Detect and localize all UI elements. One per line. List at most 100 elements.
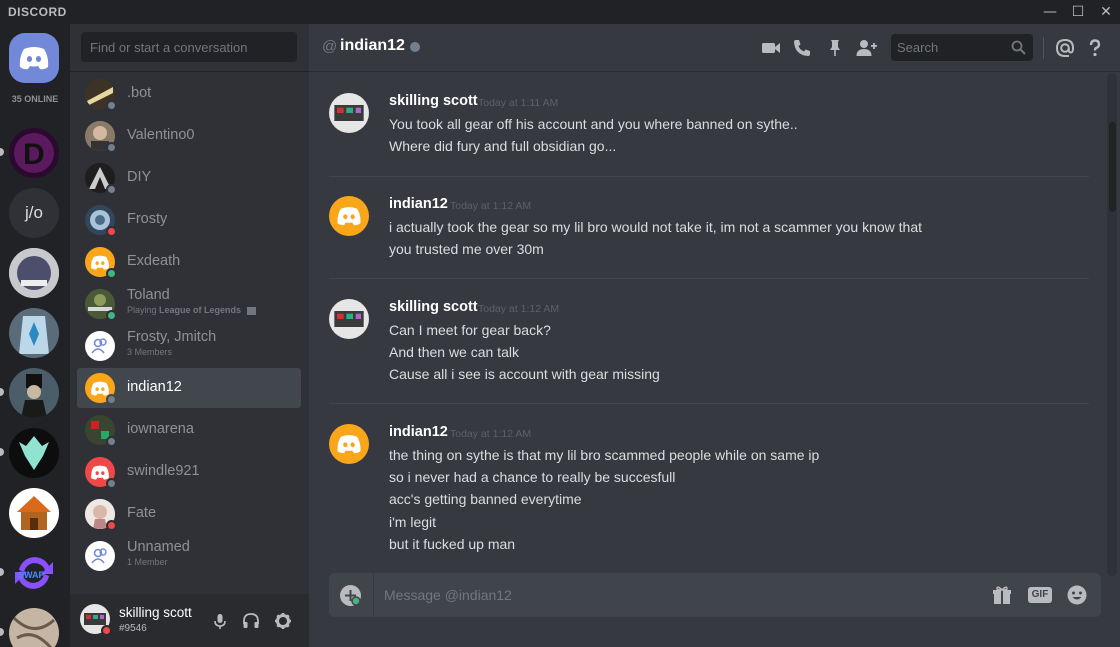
message-text: You took all gear off his account and yo…: [389, 116, 798, 132]
avatar: [85, 457, 117, 489]
house-icon: [9, 488, 59, 538]
avatar: [85, 331, 115, 361]
status-online-icon: [106, 310, 117, 321]
dm-item-toland[interactable]: Toland Playing League of Legends: [77, 284, 301, 324]
divider: [70, 71, 309, 72]
unread-pill: [0, 568, 4, 576]
user-avatar[interactable]: [80, 604, 112, 636]
dm-sidebar: Find or start a conversation .bot Valent…: [70, 24, 309, 647]
user-discriminator: #9546: [119, 623, 147, 634]
dm-name: Frosty, Jmitch: [127, 329, 217, 345]
message-avatar[interactable]: [329, 93, 369, 133]
unread-pill: [0, 448, 4, 456]
divider: [329, 176, 1089, 177]
voice-call-icon[interactable]: [791, 37, 813, 59]
divider: [329, 278, 1089, 279]
message-author[interactable]: skilling scott: [389, 93, 478, 109]
message-avatar[interactable]: [329, 196, 369, 236]
dm-item-frosty[interactable]: Frosty: [77, 200, 301, 240]
server-icon-sketch[interactable]: [9, 608, 59, 647]
dm-name: swindle921: [127, 463, 200, 479]
help-icon[interactable]: [1084, 37, 1106, 59]
status-dnd-icon: [106, 520, 117, 531]
search-icon: [1011, 40, 1026, 55]
svg-text:SWAP: SWAP: [18, 570, 45, 580]
maximize-button[interactable]: ☐: [1066, 2, 1090, 22]
dm-search-input[interactable]: Find or start a conversation: [81, 32, 297, 62]
mentions-icon[interactable]: [1054, 37, 1076, 59]
status-offline-icon: [106, 184, 117, 195]
header-search-input[interactable]: Search: [891, 34, 1033, 61]
dragon-icon: [9, 428, 59, 478]
message-timestamp: Today at 1:12 AM: [478, 303, 560, 315]
server-icon-cape[interactable]: [9, 308, 59, 358]
status-online-icon: [106, 268, 117, 279]
dm-item-bot[interactable]: .bot: [77, 74, 301, 114]
microphone-icon[interactable]: [210, 611, 230, 631]
avatar: [85, 541, 115, 571]
message-text: so i never had a chance to really be suc…: [389, 469, 676, 485]
server-icon-swap[interactable]: SWAP: [9, 548, 59, 598]
server-icon-dragon[interactable]: [9, 428, 59, 478]
server-icon-house[interactable]: [9, 488, 59, 538]
avatar: [85, 499, 117, 531]
rich-presence-icon: [246, 306, 256, 315]
dm-item-diy[interactable]: DIY: [77, 158, 301, 198]
minimize-button[interactable]: —: [1038, 2, 1062, 22]
dm-name: Exdeath: [127, 253, 181, 269]
message-input[interactable]: Message @indian12: [384, 587, 512, 603]
server-icon-jo[interactable]: j/o: [9, 188, 59, 238]
emoji-icon[interactable]: [1066, 584, 1088, 606]
dm-item-fate[interactable]: Fate: [77, 494, 301, 534]
dm-name: Toland: [127, 287, 170, 303]
avatar: [85, 79, 117, 111]
discord-default-avatar-icon: [337, 435, 361, 454]
divider: [373, 573, 374, 617]
user-panel: skilling scott #9546: [70, 594, 309, 647]
app-brand: DISCORD: [8, 5, 67, 19]
dm-item-group-unnamed[interactable]: Unnamed 1 Member: [77, 536, 301, 576]
pin-icon[interactable]: [824, 37, 846, 59]
message-avatar[interactable]: [329, 424, 369, 464]
discord-default-avatar-icon: [337, 207, 361, 226]
dm-item-exdeath[interactable]: Exdeath: [77, 242, 301, 282]
divider: [329, 403, 1089, 404]
game-name: League of Legends: [159, 305, 242, 315]
message-avatar[interactable]: [329, 299, 369, 339]
message-author[interactable]: skilling scott: [389, 299, 478, 315]
status-dnd-icon: [101, 625, 112, 636]
add-friend-icon[interactable]: [855, 37, 877, 59]
gif-button[interactable]: GIF: [1028, 587, 1052, 603]
home-button[interactable]: [9, 33, 59, 83]
server-icon-d[interactable]: D: [9, 128, 59, 178]
avatar: [85, 373, 117, 405]
server-icon-ship[interactable]: [9, 248, 59, 298]
settings-gear-icon[interactable]: [273, 611, 293, 631]
ship-icon: [9, 248, 59, 298]
upload-button[interactable]: [340, 585, 361, 606]
close-button[interactable]: ✕: [1094, 2, 1118, 22]
status-offline-icon: [106, 142, 117, 153]
member-count: 3 Members: [127, 347, 173, 357]
dm-item-group-frosty-jmitch[interactable]: Frosty, Jmitch 3 Members: [77, 326, 301, 366]
headphones-icon[interactable]: [241, 611, 261, 631]
gift-icon[interactable]: [991, 584, 1013, 606]
dm-item-iownarena[interactable]: iownarena: [77, 410, 301, 450]
video-call-icon[interactable]: [760, 37, 782, 59]
message-author[interactable]: indian12: [389, 424, 448, 440]
dm-item-valentino0[interactable]: Valentino0: [77, 116, 301, 156]
discord-default-avatar-icon: [91, 465, 109, 480]
dm-item-swindle921[interactable]: swindle921: [77, 452, 301, 492]
scrollbar-thumb[interactable]: [1109, 122, 1116, 212]
avatar: [85, 205, 117, 237]
server-sidebar: 35 ONLINE D j/o SWAP: [0, 24, 70, 647]
message-text: the thing on sythe is that my lil bro sc…: [389, 447, 820, 463]
message-text: And then we can talk: [389, 344, 519, 360]
group-dm-icon: [91, 548, 107, 564]
dm-name: Unnamed: [127, 539, 190, 555]
server-icon-lincoln[interactable]: [9, 368, 59, 418]
status-offline-icon: [106, 100, 117, 111]
dm-item-indian12[interactable]: indian12: [77, 368, 301, 408]
message-author[interactable]: indian12: [389, 196, 448, 212]
dm-name: Fate: [127, 505, 157, 521]
